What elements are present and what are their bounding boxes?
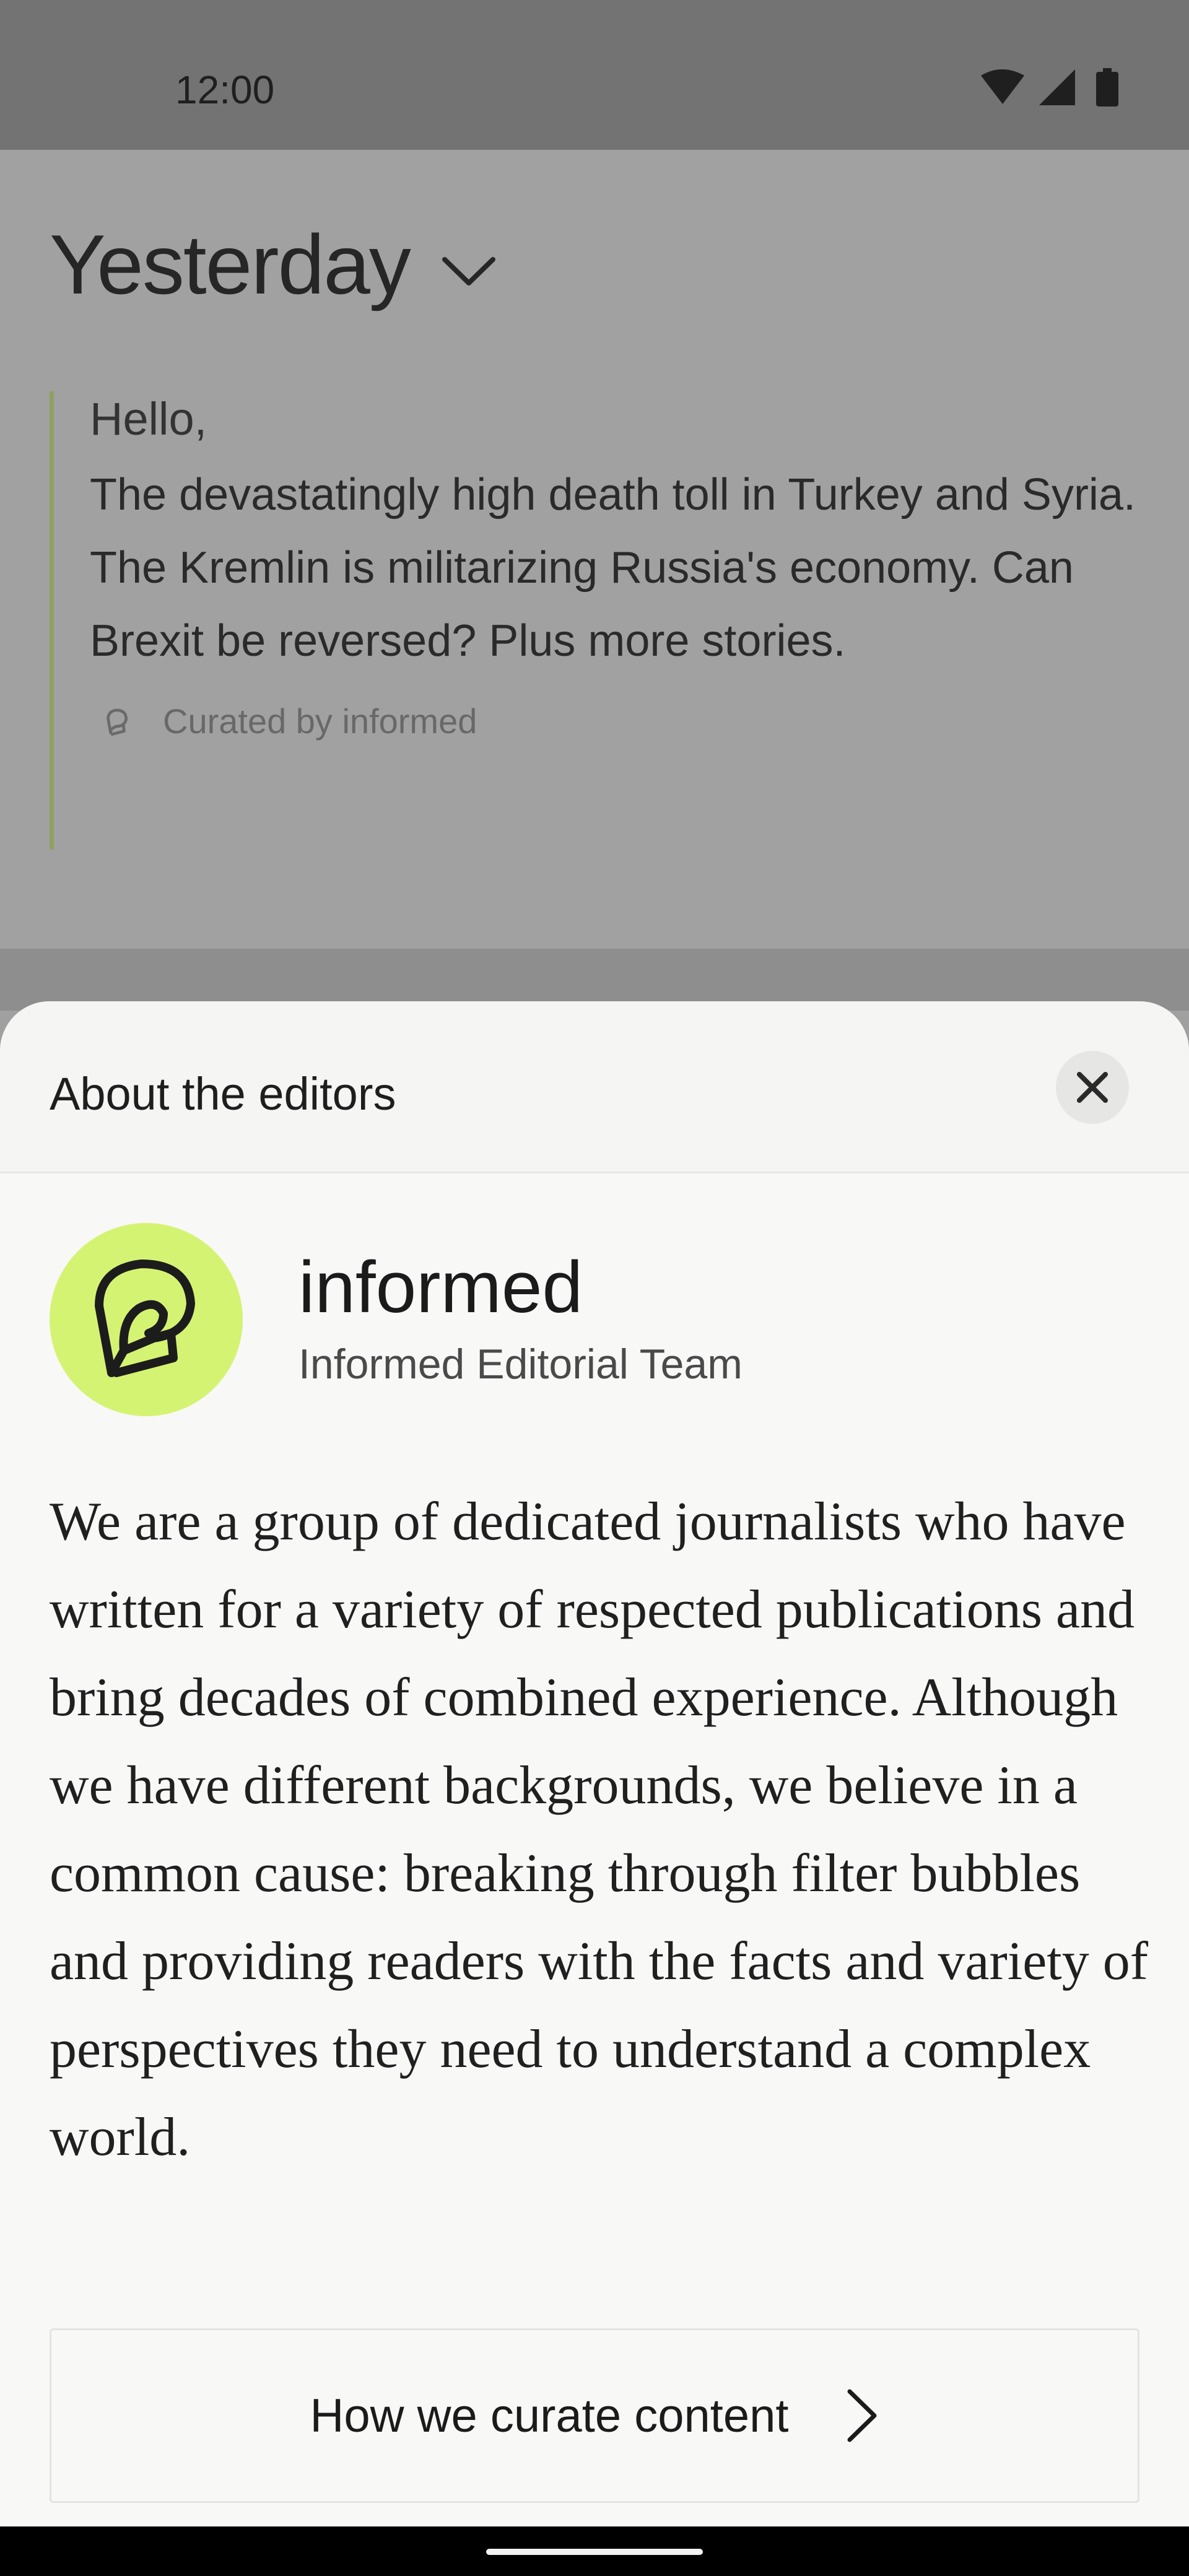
editor-name: informed — [298, 1247, 583, 1328]
chevron-down-icon — [442, 257, 495, 285]
curate-button-label: How we curate content — [310, 2389, 789, 2442]
wifi-icon — [981, 69, 1024, 104]
sheet-header: About the editors — [0, 1001, 1189, 1173]
gesture-handle[interactable] — [486, 2549, 703, 2555]
avatar — [50, 1223, 243, 1416]
informed-logo-icon — [107, 708, 128, 736]
close-button[interactable] — [1056, 1051, 1129, 1124]
date-title: Yesterday — [50, 217, 411, 311]
screen: 12:00 Yesterday Hello, The devastatingly… — [0, 0, 1189, 2576]
system-navigation-bar — [0, 2526, 1189, 2576]
curated-by-label: Curated by informed — [163, 702, 477, 741]
status-time: 12:00 — [175, 67, 275, 112]
editor-meta: informed Informed Editorial Team — [298, 1247, 743, 1392]
summary-body: The devastatingly high death toll in Tur… — [90, 470, 1136, 666]
chevron-right-icon — [847, 2389, 877, 2442]
about-description: We are a group of dedicated journalists … — [50, 1492, 1149, 2167]
status-bar: 12:00 — [0, 0, 1189, 150]
battery-icon — [1096, 68, 1118, 107]
how-we-curate-button[interactable]: How we curate content — [50, 2328, 1139, 2503]
summary-greeting: Hello, — [90, 393, 207, 445]
date-selector[interactable]: Yesterday — [50, 215, 497, 314]
close-icon — [1077, 1072, 1108, 1103]
cellular-signal-icon — [1039, 69, 1075, 105]
status-icons — [981, 68, 1118, 107]
about-editors-sheet: About the editors informed Informed Edit… — [0, 1001, 1189, 2526]
editor-team: Informed Editorial Team — [298, 1341, 743, 1388]
editor-profile: informed Informed Editorial Team — [50, 1223, 743, 1416]
informed-logo-icon — [95, 1260, 195, 1377]
daily-summary[interactable]: Hello, The devastatingly high death toll… — [50, 391, 1139, 850]
sheet-title: About the editors — [50, 1068, 396, 1120]
background-content: Yesterday Hello, The devastatingly high … — [0, 150, 1189, 949]
curated-by: Curated by informed — [90, 701, 1139, 741]
